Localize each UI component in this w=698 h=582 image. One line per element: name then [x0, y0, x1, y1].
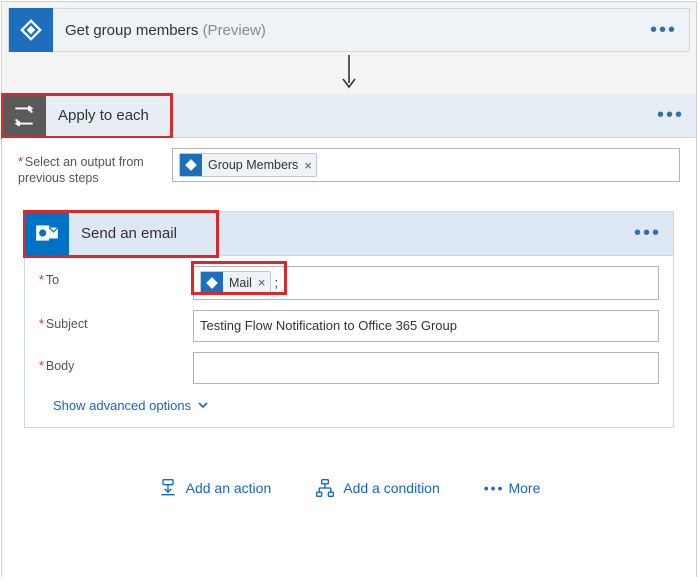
- step-title-text: Get group members: [65, 22, 198, 39]
- subject-value: Testing Flow Notification to Office 365 …: [200, 318, 457, 333]
- add-condition-link[interactable]: Add a condition: [315, 478, 440, 498]
- select-output-label: *Select an output from previous steps: [18, 148, 172, 187]
- step-send-an-email: Send an email ••• *To Mail ×: [24, 211, 674, 428]
- body-input[interactable]: [193, 352, 659, 384]
- chevron-down-icon: [197, 399, 209, 411]
- to-label: *To: [39, 266, 193, 288]
- more-menu-button[interactable]: •••: [657, 104, 696, 127]
- to-trailing: ;: [275, 275, 279, 290]
- token-label: Mail: [229, 276, 252, 290]
- send-email-title: Send an email: [69, 225, 634, 242]
- add-action-icon: [158, 478, 178, 498]
- body-label: *Body: [39, 352, 193, 374]
- to-input[interactable]: Mail × ;: [193, 266, 659, 300]
- footer-actions: Add an action Add a condition ••• More: [18, 428, 680, 518]
- step-get-group-members[interactable]: Get group members (Preview) •••: [8, 8, 690, 52]
- token-remove-button[interactable]: ×: [258, 275, 266, 290]
- step-apply-to-each[interactable]: Apply to each •••: [2, 94, 696, 138]
- apply-title: Apply to each: [46, 107, 657, 124]
- azure-ad-icon: [9, 8, 53, 52]
- subject-input[interactable]: Testing Flow Notification to Office 365 …: [193, 310, 659, 342]
- more-menu-button[interactable]: •••: [650, 19, 689, 42]
- more-link[interactable]: ••• More: [484, 480, 541, 496]
- select-output-input[interactable]: Group Members ×: [172, 148, 680, 182]
- token-group-members[interactable]: Group Members ×: [179, 153, 317, 177]
- add-action-link[interactable]: Add an action: [158, 478, 272, 498]
- token-remove-button[interactable]: ×: [304, 158, 312, 173]
- azure-ad-icon: [201, 272, 223, 294]
- token-label: Group Members: [208, 158, 298, 172]
- step-preview-text: (Preview): [203, 22, 266, 39]
- more-menu-button[interactable]: •••: [634, 222, 673, 245]
- azure-ad-icon: [180, 154, 202, 176]
- token-mail[interactable]: Mail ×: [200, 271, 271, 295]
- show-advanced-options-link[interactable]: Show advanced options: [39, 394, 659, 413]
- loop-icon: [2, 94, 46, 138]
- subject-label: *Subject: [39, 310, 193, 332]
- outlook-icon: [25, 211, 69, 255]
- step-title: Get group members (Preview): [53, 22, 650, 39]
- connector-arrow: [2, 52, 696, 94]
- add-condition-icon: [315, 478, 335, 498]
- send-email-header[interactable]: Send an email •••: [25, 212, 673, 256]
